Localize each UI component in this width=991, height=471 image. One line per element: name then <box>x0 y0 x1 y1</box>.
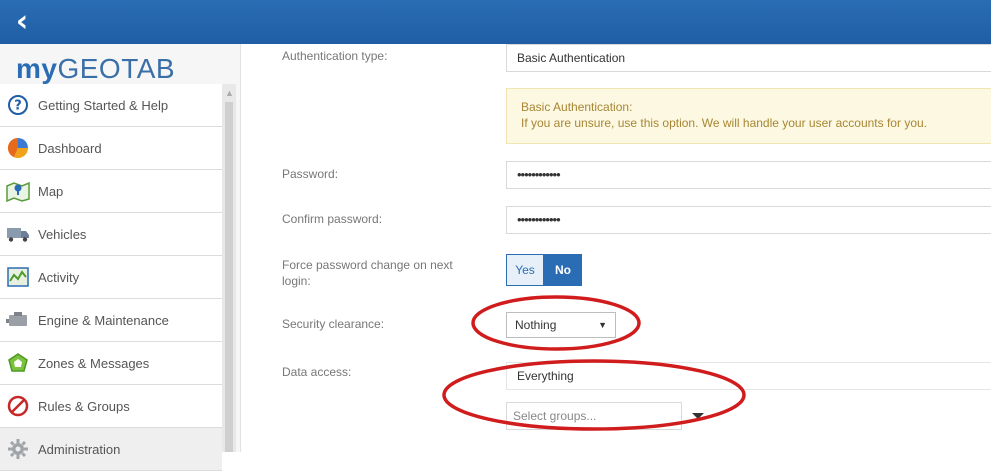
top-bar: ‹ <box>0 0 991 44</box>
mygeotab-logo[interactable]: myGEOTAB <box>16 52 175 86</box>
sidebar-item-label: Administration <box>38 441 121 457</box>
gear-icon <box>0 428 36 470</box>
data-access-label: Data access: <box>282 365 352 379</box>
info-title: Basic Authentication: <box>521 100 633 114</box>
sidebar-item-engine-maintenance[interactable]: Engine & Maintenance <box>0 299 222 342</box>
security-clearance-label: Security clearance: <box>282 317 385 331</box>
sidebar-item-dashboard[interactable]: Dashboard <box>0 127 222 170</box>
sidebar-item-rules-groups[interactable]: Rules & Groups <box>0 385 222 428</box>
groups-select-input[interactable]: Select groups... <box>506 402 682 430</box>
toggle-no-button[interactable]: No <box>544 254 582 286</box>
svg-text:?: ? <box>14 99 22 114</box>
sidebar-item-label: Rules & Groups <box>38 398 130 414</box>
sidebar-item-label: Zones & Messages <box>38 355 150 371</box>
scroll-up-icon[interactable]: ▲ <box>225 88 234 98</box>
truck-icon <box>0 213 36 255</box>
map-icon <box>0 170 36 212</box>
sidebar-item-label: Dashboard <box>38 140 102 156</box>
engine-icon <box>0 299 36 341</box>
logo-geotab: GEOTAB <box>57 53 176 84</box>
help-circle-icon: ? <box>0 84 36 126</box>
activity-chart-icon <box>0 256 36 298</box>
logo-my: my <box>16 53 58 84</box>
confirm-password-label: Confirm password: <box>282 212 383 226</box>
rules-icon <box>0 385 36 427</box>
sidebar-item-label: Engine & Maintenance <box>38 312 169 328</box>
confirm-password-field[interactable]: •••••••••••• <box>506 206 991 234</box>
sidebar: myGEOTAB ? Getting Started & Help Dashbo… <box>0 44 241 471</box>
sidebar-item-getting-started[interactable]: ? Getting Started & Help <box>0 84 222 127</box>
auth-info-box: Basic Authentication: If you are unsure,… <box>506 88 991 144</box>
sidebar-item-vehicles[interactable]: Vehicles <box>0 213 222 256</box>
sidebar-item-label: Vehicles <box>38 226 87 242</box>
chevron-down-icon: ▼ <box>598 320 607 330</box>
info-text: If you are unsure, use this option. We w… <box>521 116 927 130</box>
auth-type-label: Authentication type: <box>282 49 388 63</box>
groups-dropdown-button[interactable] <box>686 402 710 430</box>
chevron-left-icon: ‹ <box>15 4 29 39</box>
security-clearance-select[interactable]: Nothing ▼ <box>506 312 616 338</box>
sidebar-item-label: Activity <box>38 269 80 285</box>
sidebar-item-administration[interactable]: Administration <box>0 428 222 471</box>
pie-chart-icon <box>0 127 36 169</box>
sidebar-item-activity[interactable]: Activity <box>0 256 222 299</box>
sidebar-item-zones-messages[interactable]: Zones & Messages <box>0 342 222 385</box>
password-field[interactable]: •••••••••••• <box>506 161 991 189</box>
sidebar-item-label: Map <box>38 183 64 199</box>
toggle-yes-button[interactable]: Yes <box>506 254 544 286</box>
auth-type-field[interactable]: Basic Authentication <box>506 44 991 72</box>
sidebar-item-label: Getting Started & Help <box>38 97 169 113</box>
caret-down-icon <box>692 413 704 419</box>
zone-icon <box>0 342 36 384</box>
sidebar-scrollbar[interactable]: ▲ <box>222 84 236 452</box>
sidebar-item-map[interactable]: Map <box>0 170 222 213</box>
sidebar-nav: ? Getting Started & Help Dashboard Map V… <box>0 84 222 471</box>
security-clearance-value: Nothing <box>515 318 557 332</box>
force-change-toggle: Yes No <box>506 254 582 286</box>
back-button[interactable]: ‹ <box>0 0 44 44</box>
password-label: Password: <box>282 167 339 181</box>
data-access-value[interactable]: Everything <box>506 362 991 390</box>
force-change-label: Force password change on next login: <box>282 258 453 288</box>
user-form: Authentication type: Basic Authenticatio… <box>240 44 991 452</box>
scrollbar-thumb[interactable] <box>225 102 233 452</box>
